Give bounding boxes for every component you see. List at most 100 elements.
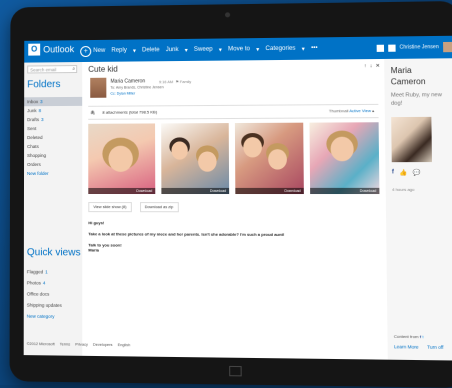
view-switcher[interactable]: Thumbnail Active View ▴ — [329, 108, 374, 113]
download-link[interactable]: Download — [88, 187, 156, 195]
contact-first-name: Maria — [390, 65, 412, 76]
message-category: Family — [179, 79, 192, 85]
folder-label: Drafts — [27, 117, 40, 123]
sender-avatar[interactable] — [90, 77, 107, 98]
slideshow-button[interactable]: View slide show (8) — [88, 202, 132, 213]
junk-button[interactable]: Junk — [166, 47, 179, 53]
folder-list: Inbox 3 Junk 8 Drafts 3 Sent Deleted Chats … — [24, 96, 83, 178]
photo-thumbnail[interactable]: Download — [309, 122, 380, 195]
outlook-logo-icon: O — [28, 43, 41, 56]
delete-button[interactable]: Delete — [142, 47, 160, 53]
folder-inbox[interactable]: Inbox 3 — [24, 96, 83, 107]
social-actions: f 👍 💬 — [392, 169, 421, 176]
photo-thumbnail[interactable]: Download — [161, 123, 230, 195]
content-from: Content from f t — [394, 334, 424, 340]
photo-thumbnail[interactable]: Download — [234, 122, 304, 195]
folders-heading: Folders — [27, 79, 61, 91]
folder-label: Chats — [27, 144, 39, 150]
new-button[interactable]: + New — [80, 45, 105, 57]
folder-drafts[interactable]: Drafts 3 — [24, 115, 82, 124]
folder-sent[interactable]: Sent — [24, 124, 82, 133]
attachment-actions: View slide show (8) Download as zip — [88, 202, 179, 213]
search-icon[interactable]: ⌕ — [72, 66, 75, 73]
folder-label: New folder — [27, 170, 49, 176]
quick-view-label: Shipping updates — [26, 302, 62, 308]
terms-link[interactable]: Terms — [60, 342, 70, 346]
avatar[interactable] — [443, 41, 452, 53]
outlook-brand[interactable]: O Outlook — [28, 43, 75, 56]
quick-views-heading: Quick views — [26, 247, 81, 259]
quick-view-label: New category — [26, 313, 55, 319]
folder-junk[interactable]: Junk 8 — [24, 106, 82, 115]
folder-chats[interactable]: Chats — [24, 142, 82, 151]
to-field: To: Amy Brands, Christine Jensen — [110, 85, 164, 90]
sender-name[interactable]: Maria Cameron — [110, 78, 145, 84]
folder-label: Inbox — [27, 99, 39, 105]
command-bar: + New Reply ▾ Delete Junk ▾ Sweep ▾ Move to… — [80, 37, 318, 62]
messenger-icon[interactable] — [376, 44, 384, 52]
folder-count: 8 — [38, 108, 42, 114]
up-arrow-icon[interactable]: ↑ — [364, 63, 367, 69]
download-all-button[interactable]: Download as zip — [139, 202, 179, 213]
facebook-icon[interactable]: f — [392, 169, 394, 176]
quick-views-list: Flagged 1 Photos 4 Office docs Shipping up… — [24, 266, 83, 322]
chevron-down-icon[interactable]: ▾ — [219, 46, 222, 53]
turn-off-link[interactable]: Turn off — [427, 344, 443, 349]
quick-view-office-docs[interactable]: Office docs — [24, 288, 82, 300]
quick-view-flagged[interactable]: Flagged 1 — [24, 266, 82, 277]
user-name[interactable]: Christine Jensen — [399, 44, 438, 51]
plus-icon: + — [80, 45, 92, 57]
privacy-link[interactable]: Privacy — [75, 343, 88, 347]
language-link[interactable]: English — [118, 343, 131, 347]
app-name: Outlook — [43, 44, 75, 55]
new-category-link[interactable]: New category — [24, 311, 83, 323]
active-view[interactable]: Active View — [349, 108, 371, 113]
download-link[interactable]: Download — [235, 187, 304, 195]
developers-link[interactable]: Developers — [93, 343, 113, 347]
quick-view-shipping[interactable]: Shipping updates — [24, 299, 83, 311]
folder-label: Shopping — [27, 152, 47, 159]
chevron-down-icon[interactable]: ▾ — [256, 46, 259, 53]
folder-deleted[interactable]: Deleted — [24, 133, 82, 142]
body-greeting: Hi guys! — [88, 220, 105, 226]
status-photo[interactable] — [391, 116, 432, 163]
chevron-down-icon[interactable]: ▾ — [302, 45, 305, 52]
reading-pane: Cute kid ↑ ↓ ✕ Maria Cameron 9:16 AM ⚑ F… — [82, 58, 388, 339]
categories-button[interactable]: Categories — [265, 46, 295, 52]
download-link[interactable]: Download — [310, 187, 380, 195]
sweep-button[interactable]: Sweep — [194, 47, 213, 53]
download-link[interactable]: Download — [161, 187, 230, 195]
contact-name[interactable]: Maria Cameron — [391, 65, 426, 88]
close-icon[interactable]: ✕ — [376, 63, 380, 69]
message-date-tag: 9:16 AM ⚑ Family — [159, 79, 191, 84]
folder-orders[interactable]: Orders — [24, 160, 82, 169]
reply-button[interactable]: Reply — [111, 48, 126, 54]
comment-icon[interactable]: 💬 — [412, 169, 420, 176]
photo-thumbnail[interactable]: Download — [88, 123, 156, 195]
new-folder-link[interactable]: New folder — [24, 169, 82, 178]
cc-field[interactable]: Cc: Dylan Miller — [110, 91, 135, 95]
windows-button-icon — [229, 365, 242, 377]
thumbnail-view[interactable]: Thumbnail — [329, 108, 349, 113]
attachment-count: 8 attachments (total 798.5 KB) — [102, 109, 158, 115]
folder-label: Junk — [27, 108, 37, 114]
move-to-button[interactable]: Move to — [228, 46, 250, 52]
like-icon[interactable]: 👍 — [399, 169, 407, 176]
quick-view-label: Photos — [26, 280, 41, 286]
chevron-down-icon[interactable]: ▾ — [185, 46, 188, 53]
folder-shopping[interactable]: Shopping — [24, 151, 82, 160]
learn-more-link[interactable]: Learn More — [394, 344, 419, 349]
down-arrow-icon[interactable]: ↓ — [370, 63, 373, 69]
folder-label: Sent — [27, 126, 37, 132]
folder-label: Orders — [27, 161, 41, 168]
quick-view-photos[interactable]: Photos 4 — [24, 277, 82, 289]
quick-view-count: 1 — [45, 269, 48, 275]
chevron-down-icon[interactable]: ▾ — [133, 47, 136, 54]
outlook-screen: O Outlook + New Reply ▾ Delete Junk ▾ Swee… — [23, 35, 452, 361]
quick-view-count: 4 — [42, 280, 46, 286]
gear-icon[interactable] — [387, 44, 396, 52]
flag-icon[interactable]: ⚑ — [175, 80, 178, 84]
body-closing: Talk to you soon! Maria — [88, 242, 378, 253]
more-button[interactable]: ••• — [311, 45, 318, 51]
search-input[interactable]: Search email ⌕ — [27, 65, 78, 74]
